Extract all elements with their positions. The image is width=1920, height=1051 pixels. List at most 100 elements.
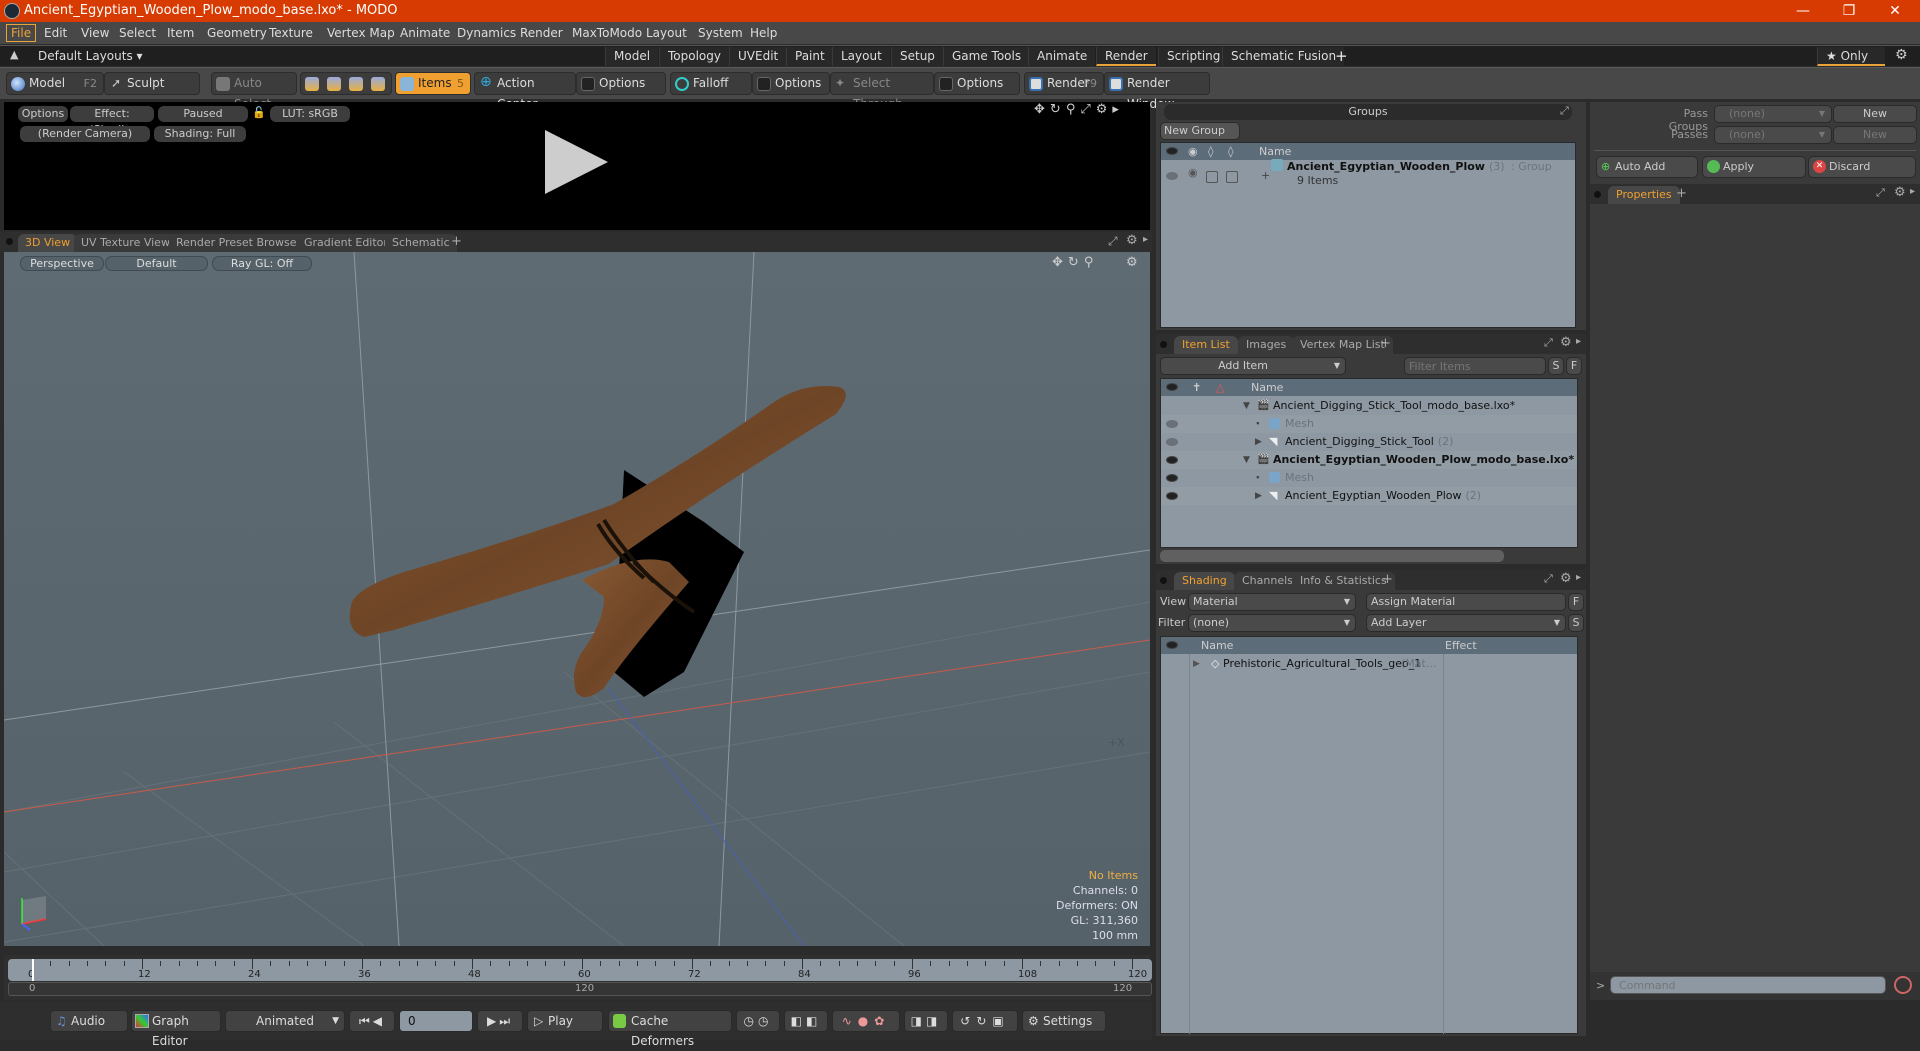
perspective-dropdown[interactable]: Perspective — [20, 256, 104, 271]
action-center-button[interactable]: ⊕ Action Center — [474, 72, 576, 111]
view-dropdown[interactable]: Material ▼ — [1188, 593, 1356, 611]
prev-key-icon[interactable]: ◧ — [791, 1014, 806, 1028]
filter-items-input[interactable] — [1404, 357, 1546, 375]
item-list-row[interactable]: ▼ 🎬 Ancient_Digging_Stick_Tool_modo_base.l… — [1161, 397, 1577, 415]
auto-key-icon[interactable]: ◷ — [744, 1014, 758, 1028]
model-mode-button[interactable]: Model F2 — [6, 72, 104, 95]
add-layer-dropdown[interactable]: Add Layer ▼ — [1366, 614, 1566, 632]
add-layout-tab-button[interactable]: + — [1335, 47, 1348, 65]
step-forward-icon[interactable]: ▶ — [487, 1014, 499, 1028]
menu-edit[interactable]: Edit — [40, 25, 71, 41]
maximize-icon[interactable]: ⤢ — [1560, 104, 1569, 118]
record-macro-icon[interactable] — [1894, 976, 1912, 994]
rotate-icon[interactable]: ↻ — [1050, 102, 1066, 117]
falloff-options-button[interactable]: Options — [752, 72, 830, 95]
materials-mode-icon[interactable] — [371, 77, 385, 91]
maximize-icon[interactable]: ⤢ — [1108, 234, 1118, 249]
add-tab-button[interactable]: + — [451, 234, 462, 249]
tab-vertex-map-list[interactable]: Vertex Map List — [1292, 336, 1393, 354]
menu-vertex-map[interactable]: Vertex Map — [323, 25, 399, 41]
pass-groups-dropdown[interactable]: (none) ▼ — [1714, 105, 1832, 123]
lut-dropdown[interactable]: LUT: sRGB — [270, 106, 350, 122]
assign-material-button[interactable]: Assign Material — [1366, 593, 1566, 611]
add-item-dropdown[interactable]: Add Item ▼ — [1160, 357, 1346, 375]
tab-info-statistics[interactable]: Info & Statistics — [1292, 572, 1395, 590]
add-tab-button[interactable]: + — [1676, 186, 1687, 201]
cache-deformers-button[interactable]: Cache Deformers — [608, 1010, 732, 1048]
item-list-row[interactable]: ▶ ◥ Ancient_Egyptian_Wooden_Plow (2) — [1161, 487, 1577, 505]
timeline-ruler[interactable]: 01224364860728496108120 — [8, 959, 1152, 981]
select-through-button[interactable]: ✦ Select Through — [830, 72, 934, 111]
zoom-icon[interactable]: ⚲ — [1066, 102, 1081, 117]
expand-plus-icon[interactable]: + — [1261, 167, 1270, 185]
step-back-icon[interactable]: ◀ — [373, 1014, 385, 1028]
select-toggle[interactable] — [1226, 171, 1238, 183]
expand-arrow-icon[interactable]: ▸ — [1576, 572, 1581, 583]
settings-button[interactable]: ⚙ Settings — [1022, 1010, 1106, 1032]
next-key-icon[interactable]: ◨ — [911, 1014, 926, 1028]
action-center-options-button[interactable]: Options — [576, 72, 666, 95]
render-options-button[interactable]: Options — [18, 106, 68, 122]
default-layouts-dropdown[interactable]: Default Layouts ▾ — [38, 49, 143, 63]
tab-item-list[interactable]: Item List — [1174, 336, 1238, 354]
minimize-button[interactable]: — — [1780, 0, 1826, 22]
collapse-arrow-icon[interactable]: ▼ — [1243, 451, 1250, 469]
visibility-toggle-icon[interactable] — [1166, 456, 1178, 464]
prev-key-buttons[interactable]: ⏮◀ — [349, 1010, 395, 1032]
layout-tab-animate[interactable]: Animate — [1028, 47, 1096, 66]
skip-to-end-icon[interactable]: ⏭ — [499, 1014, 513, 1028]
item-list-row[interactable]: ▶ ◥ Ancient_Digging_Stick_Tool (2) — [1161, 433, 1577, 451]
menu-animate[interactable]: Animate — [396, 25, 454, 41]
pan-icon[interactable]: ✥ — [1052, 255, 1068, 270]
next-frame-key-icon[interactable]: ◨ — [926, 1014, 941, 1028]
expand-arrow-icon[interactable]: ▸ — [1576, 336, 1581, 347]
tab-images[interactable]: Images — [1238, 336, 1295, 354]
menu-texture[interactable]: Texture — [265, 25, 317, 41]
add-tab-button[interactable]: + — [1380, 336, 1391, 351]
layout-tab-schematic-fusion[interactable]: Schematic Fusion — [1222, 47, 1345, 66]
maximize-icon[interactable]: ⤢ — [1544, 336, 1553, 350]
tab-render-preset-browser[interactable]: Render Preset Browser — [169, 234, 309, 252]
layout-tab-model[interactable]: Model — [605, 47, 659, 66]
loop-icon[interactable]: ↺ — [960, 1014, 976, 1028]
repeat-icon[interactable]: ↻ — [976, 1014, 992, 1028]
menu-layout[interactable]: Layout — [642, 25, 691, 41]
tree-line-icon[interactable]: ∙ — [1255, 469, 1261, 487]
render-toggle-icon[interactable]: ◉ — [1188, 164, 1198, 182]
playhead[interactable] — [32, 959, 34, 981]
collapse-arrow-icon[interactable]: ▲ — [10, 48, 18, 61]
menu-geometry[interactable]: Geometry — [203, 25, 271, 41]
menu-dynamics[interactable]: Dynamics — [453, 25, 520, 41]
record-icon[interactable]: ● — [858, 1014, 874, 1028]
s-button[interactable]: S — [1548, 357, 1564, 375]
play-button[interactable]: ▷ Play — [527, 1010, 603, 1032]
skip-to-start-icon[interactable]: ⏮ — [359, 1014, 373, 1028]
visibility-toggle-icon[interactable] — [1166, 438, 1178, 446]
unlock-icon[interactable]: 🔓 — [252, 106, 266, 120]
visibility-toggle-icon[interactable] — [1166, 420, 1178, 428]
layout-tab-layout[interactable]: Layout — [832, 47, 890, 66]
apply-button[interactable]: Apply — [1702, 156, 1806, 178]
shading-dropdown[interactable]: Shading: Full — [154, 126, 246, 142]
only-toggle[interactable]: ★ Only — [1817, 47, 1885, 66]
falloff-button[interactable]: Falloff — [670, 72, 752, 95]
items-mode-button[interactable]: Items 5 — [395, 72, 471, 95]
tab-uv-texture-view[interactable]: UV Texture View — [74, 234, 177, 252]
audio-button[interactable]: ♫ Audio — [50, 1010, 128, 1032]
auto-select-button[interactable]: Auto Select — [211, 72, 297, 111]
menu-file[interactable]: File — [6, 24, 37, 42]
tab-properties[interactable]: Properties — [1608, 186, 1680, 204]
zoom-icon[interactable]: ⚲ — [1084, 255, 1099, 270]
timeline[interactable]: 0 12 24 36 48 60 72 84 96 108 120 0 120 120 — [4, 955, 1152, 1000]
restore-button[interactable]: ❐ — [1826, 0, 1872, 22]
auto-add-button[interactable]: ⊕ Auto Add — [1596, 156, 1698, 178]
sculpt-mode-button[interactable]: ➚ Sculpt — [104, 72, 200, 95]
gear-icon[interactable]: ⚙ — [1560, 571, 1572, 586]
add-tab-button[interactable]: + — [1382, 572, 1393, 587]
gear-icon[interactable]: ⚙ — [1895, 47, 1908, 63]
f-button[interactable]: F — [1568, 593, 1584, 611]
passes-dropdown[interactable]: (none) ▼ — [1714, 126, 1832, 144]
s-button[interactable]: S — [1568, 614, 1584, 632]
tab-3d-view[interactable]: 3D View — [18, 234, 78, 252]
expand-arrow-icon[interactable]: ▸ — [1910, 186, 1915, 197]
